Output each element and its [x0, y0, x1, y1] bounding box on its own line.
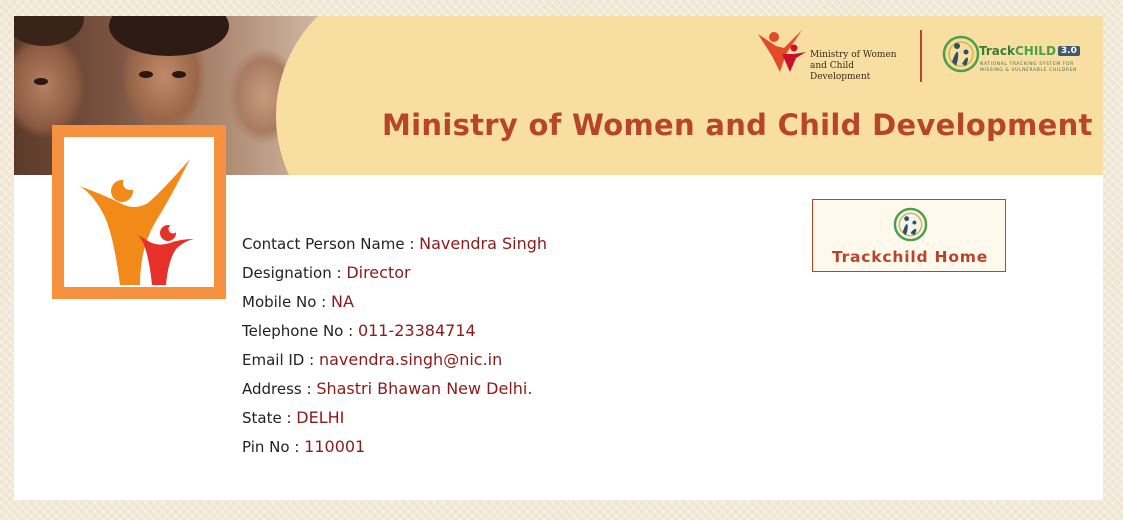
ministry-emblem-icon — [758, 30, 806, 72]
trackchild-name: TrackCHILD 3.0 — [979, 44, 1080, 58]
contact-card: Ministry of Women and Child Development … — [14, 16, 1103, 500]
ministry-logo-line1: Ministry of Women — [810, 50, 897, 60]
trackchild-home-label: Trackchild Home — [831, 248, 989, 266]
address-label: Address : — [242, 380, 317, 398]
trackchild-home-icon — [893, 207, 928, 242]
trackchild-version-badge: 3.0 — [1057, 46, 1080, 56]
email-label: Email ID : — [242, 351, 319, 369]
state-row: State : DELHI — [242, 408, 547, 437]
email-row: Email ID : navendra.singh@nic.in — [242, 350, 547, 379]
contact-name-label: Contact Person Name : — [242, 235, 420, 253]
designation-value: Director — [346, 263, 411, 282]
contact-details: Contact Person Name : Navendra Singh Des… — [242, 234, 547, 466]
trackchild-name-suffix: CHILD — [1014, 44, 1056, 58]
trackchild-emblem-icon — [942, 35, 980, 73]
trackchild-subtitle: NATIONAL TRACKING SYSTEM FOR MISSING & V… — [980, 62, 1077, 74]
logo-divider — [920, 30, 922, 82]
ministry-profile-logo — [52, 125, 226, 299]
women-child-emblem-icon — [76, 159, 194, 285]
email-value: navendra.singh@nic.in — [318, 350, 503, 369]
state-label: State : — [242, 409, 297, 427]
trackchild-subtitle-line2: MISSING & VULNERABLE CHILDREN — [980, 68, 1078, 73]
contact-name-value: Navendra Singh — [419, 234, 548, 253]
designation-row: Designation : Director — [242, 263, 547, 292]
mobile-row: Mobile No : NA — [242, 292, 547, 321]
pin-row: Pin No : 110001 — [242, 437, 547, 466]
ministry-logo-line2: and Child Development — [810, 61, 871, 82]
mobile-value: NA — [330, 292, 354, 311]
trackchild-name-prefix: Track — [979, 44, 1015, 58]
telephone-row: Telephone No : 011-23384714 — [242, 321, 547, 350]
address-value: Shastri Bhawan New Delhi. — [316, 379, 533, 398]
designation-label: Designation : — [242, 264, 347, 282]
ministry-logo: Ministry of Women and Child Development — [756, 28, 916, 82]
state-value: DELHI — [296, 408, 345, 427]
trackchild-logo: TrackCHILD 3.0 NATIONAL TRACKING SYSTEM F… — [942, 28, 1092, 82]
contact-name-row: Contact Person Name : Navendra Singh — [242, 234, 547, 263]
trackchild-home-button[interactable]: Trackchild Home — [812, 199, 1006, 272]
mobile-label: Mobile No : — [242, 293, 331, 311]
pin-label: Pin No : — [242, 438, 305, 456]
telephone-value: 011-23384714 — [357, 321, 476, 340]
address-row: Address : Shastri Bhawan New Delhi. — [242, 379, 547, 408]
telephone-label: Telephone No : — [242, 322, 358, 340]
pin-value: 110001 — [304, 437, 366, 456]
banner-title: Ministry of Women and Child Development — [382, 108, 1093, 142]
